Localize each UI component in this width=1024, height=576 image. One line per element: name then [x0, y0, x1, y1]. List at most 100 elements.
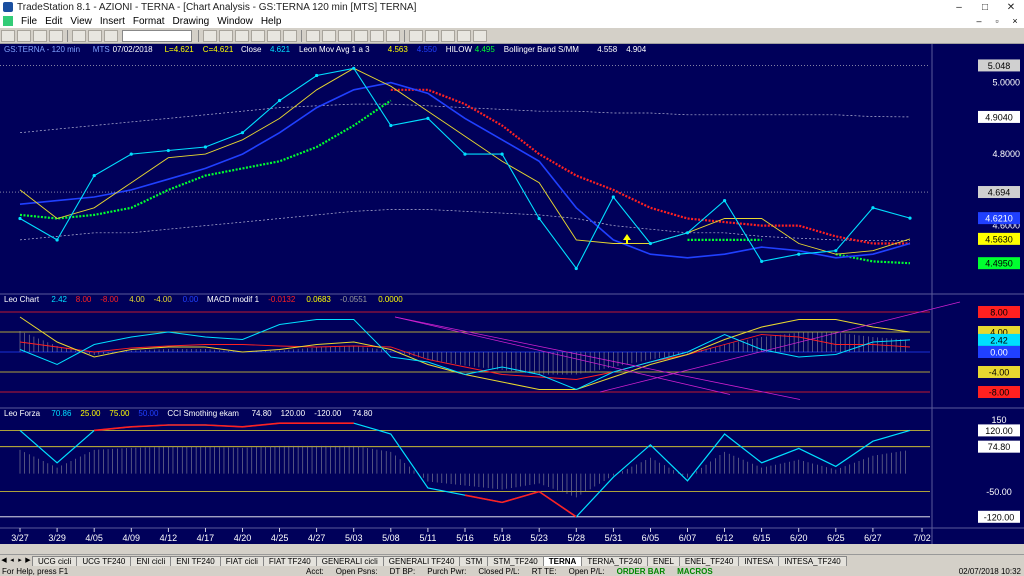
- leo-forza-extreme-segment: [205, 424, 243, 428]
- radar-icon[interactable]: [425, 29, 439, 42]
- leo-chart-legend-1: 2.42: [51, 295, 67, 304]
- menu-help[interactable]: Help: [257, 16, 286, 27]
- date-label-23: 6/27: [864, 533, 882, 543]
- tab-fiat-cicli[interactable]: FIAT cicli: [219, 556, 264, 566]
- date-label-11: 5/11: [419, 533, 436, 543]
- new-icon[interactable]: [1, 29, 15, 42]
- hline-icon[interactable]: [322, 29, 336, 42]
- leo-forza-line: [19, 422, 911, 518]
- tab-eni-tf240[interactable]: ENI TF240: [170, 556, 221, 566]
- macros-button[interactable]: MACROS: [671, 567, 719, 576]
- title-bar: TradeStation 8.1 - AZIONI - TERNA - [Cha…: [0, 0, 1024, 14]
- leo-forza-axis-mark-0: 150: [991, 415, 1006, 425]
- dt-bp-field: DT BP:: [389, 566, 416, 576]
- date-label-0: 3/27: [11, 533, 29, 543]
- strategy-icon[interactable]: [283, 29, 297, 42]
- leo-chart-legend-2: 8.00: [76, 295, 92, 304]
- date-label-24: 7/02: [913, 533, 931, 543]
- save-icon[interactable]: [33, 29, 47, 42]
- price-close-line-point: [129, 152, 133, 156]
- chart-canvas[interactable]: GS:TERNA - 120 min MTS 07/02/2018 L=4.621 C=…: [0, 44, 1024, 544]
- trendline-icon[interactable]: [306, 29, 320, 42]
- minimize-button[interactable]: –: [946, 0, 972, 14]
- price-legend-10: HILOW: [446, 45, 473, 54]
- moving-average-slow-line: [19, 81, 911, 259]
- tab-enel[interactable]: ENEL: [647, 556, 680, 566]
- price-mark-3: 4.6210: [985, 214, 1013, 224]
- tab-first-icon[interactable]: ◀: [0, 556, 8, 566]
- tab-terna[interactable]: TERNA: [542, 556, 583, 566]
- fibonacci-icon[interactable]: [338, 29, 352, 42]
- price-close-line-point: [648, 241, 653, 246]
- date-label-17: 6/05: [642, 533, 660, 543]
- menu-edit[interactable]: Edit: [41, 16, 66, 27]
- maximize-button[interactable]: □: [972, 0, 998, 14]
- paste-icon[interactable]: [104, 29, 118, 42]
- tab-terna-tf240[interactable]: TERNA_TF240: [581, 556, 648, 566]
- acct-field: Acct:: [306, 566, 324, 576]
- date-label-9: 5/03: [345, 533, 363, 543]
- zoom-out-icon[interactable]: [251, 29, 265, 42]
- order-icon[interactable]: [409, 29, 423, 42]
- indicator-icon[interactable]: [267, 29, 281, 42]
- date-label-5: 4/17: [197, 533, 215, 543]
- copy-icon[interactable]: [88, 29, 102, 42]
- leo-chart-legend-8: -0.0132: [268, 295, 296, 304]
- menu-format[interactable]: Format: [129, 16, 169, 27]
- tab-generali-tf240[interactable]: GENERALI TF240: [382, 556, 461, 566]
- leo-forza-extreme-segment: [464, 494, 503, 504]
- tab-stm[interactable]: STM: [459, 556, 489, 566]
- price-legend-13: 4.558: [597, 45, 618, 54]
- arrow-icon[interactable]: [370, 29, 384, 42]
- date-label-13: 5/18: [493, 533, 511, 543]
- tab-fiat-tf240[interactable]: FIAT TF240: [262, 556, 317, 566]
- chart-window-icon[interactable]: [3, 16, 13, 26]
- price-close-line-point: [315, 73, 319, 78]
- price-close-line-point: [500, 152, 504, 156]
- line-chart-icon[interactable]: [219, 29, 233, 42]
- news-icon[interactable]: [457, 29, 471, 42]
- zoom-in-icon[interactable]: [235, 29, 249, 42]
- price-close-line-point: [277, 98, 282, 103]
- menu-drawing[interactable]: Drawing: [169, 16, 214, 27]
- mdi-minimize-button[interactable]: –: [970, 16, 988, 26]
- cut-icon[interactable]: [72, 29, 86, 42]
- leo-chart-axis-mark-3: 0.00: [990, 348, 1008, 358]
- matrix-icon[interactable]: [441, 29, 455, 42]
- pointer-icon[interactable]: [386, 29, 400, 42]
- tab-ucg-tf240[interactable]: UCG TF240: [76, 556, 132, 566]
- price-mark-4: 4.5630: [985, 234, 1013, 244]
- close-button[interactable]: ✕: [998, 0, 1024, 14]
- date-label-8: 4/27: [308, 533, 326, 543]
- print-icon[interactable]: [49, 29, 63, 42]
- order-bar-button[interactable]: ORDER BAR: [611, 567, 671, 576]
- price-close-line-point: [426, 116, 430, 120]
- tab-eni-cicli[interactable]: ENI cicli: [130, 556, 172, 566]
- tab-intesa-tf240[interactable]: INTESA_TF240: [778, 556, 847, 566]
- mdi-restore-button[interactable]: ▫: [988, 16, 1006, 26]
- tab-stm-tf240[interactable]: STM_TF240: [487, 556, 544, 566]
- tab-enel-tf240[interactable]: ENEL_TF240: [678, 556, 740, 566]
- open-icon[interactable]: [17, 29, 31, 42]
- tab-next-icon[interactable]: ▸: [16, 556, 24, 566]
- text-icon[interactable]: [354, 29, 368, 42]
- price-legend-6: 4.621: [270, 45, 291, 54]
- chart-window[interactable]: GS:TERNA - 120 min MTS 07/02/2018 L=4.621 C=…: [0, 44, 1024, 544]
- tab-generali-cicli[interactable]: GENERALI cicli: [315, 556, 384, 566]
- mdi-close-button[interactable]: ×: [1006, 16, 1024, 26]
- tab-intesa[interactable]: INTESA: [738, 556, 780, 566]
- tab-ucg-cicli[interactable]: UCG cicli: [32, 556, 78, 566]
- price-legend-12: Bollinger Band S/MM: [504, 45, 579, 54]
- leo-chart-legend-10: -0.0551: [340, 295, 368, 304]
- price-close-line-point: [55, 238, 59, 242]
- tab-last-icon[interactable]: ▶: [24, 556, 32, 566]
- tab-prev-icon[interactable]: ◂: [8, 556, 16, 566]
- symbol-combo[interactable]: [122, 29, 192, 42]
- menu-window[interactable]: Window: [213, 16, 257, 27]
- scanner-icon[interactable]: [473, 29, 487, 42]
- menu-file[interactable]: File: [17, 16, 41, 27]
- leo-forza-legend-9: 74.80: [352, 409, 373, 418]
- menu-view[interactable]: View: [66, 16, 96, 27]
- bar-chart-icon[interactable]: [203, 29, 217, 42]
- menu-insert[interactable]: Insert: [96, 16, 129, 27]
